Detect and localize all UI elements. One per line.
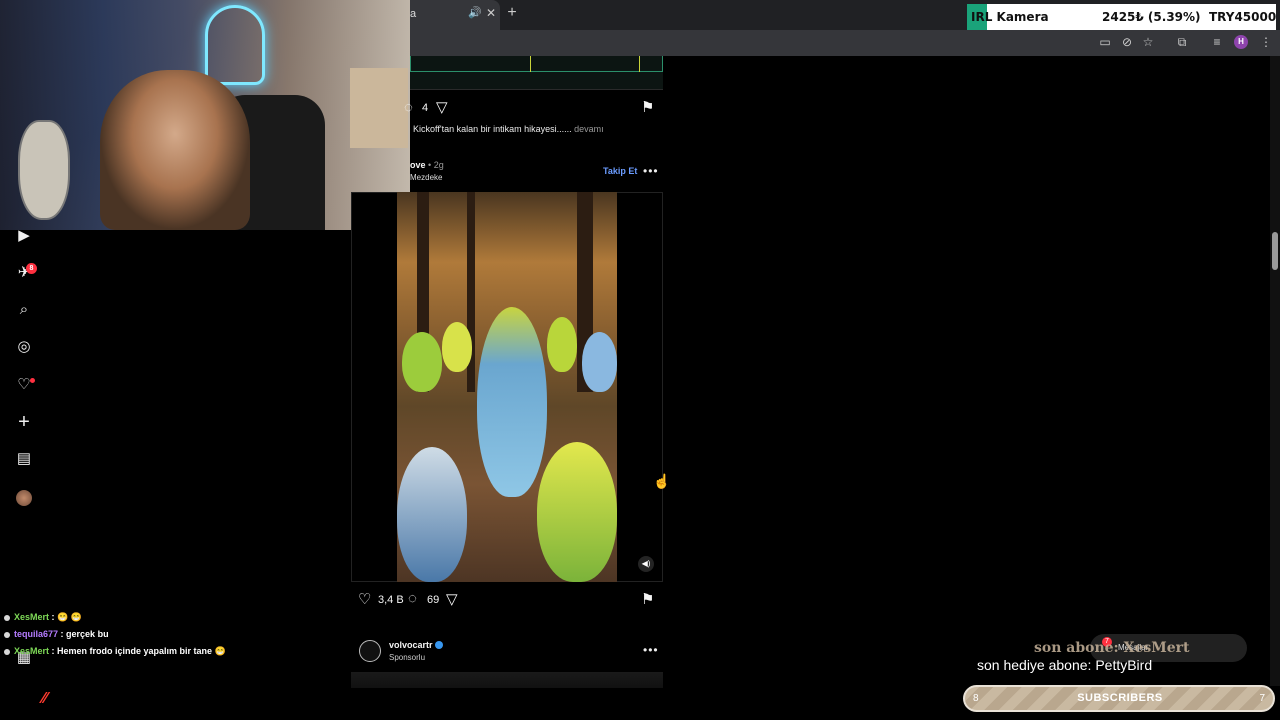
profile-avatar[interactable]: H	[1234, 35, 1248, 49]
verified-icon	[435, 641, 443, 649]
last-subscriber-alert: son abone: XesMert	[1034, 640, 1190, 656]
budgie	[537, 442, 617, 582]
volume-icon[interactable]: ◀)	[638, 556, 654, 572]
cast-icon[interactable]: ▭	[1097, 34, 1113, 50]
wall-picture	[350, 68, 408, 148]
post-time: 2g	[433, 160, 444, 170]
post-author[interactable]: ove • 2g	[410, 160, 444, 170]
chat-text: : gerçek bu	[60, 629, 109, 639]
neon-sign	[205, 5, 265, 85]
reels-icon[interactable]: ▶	[14, 226, 34, 246]
sponsor-name[interactable]: volvocartr	[389, 640, 433, 650]
chat-user: tequila677	[14, 629, 59, 639]
badge-icon	[4, 648, 10, 655]
more-options-icon[interactable]: •••	[643, 643, 659, 657]
chat-message: tequila677 : gerçek bu	[4, 629, 109, 643]
sponsor-avatar[interactable]	[359, 640, 381, 662]
donation-ticker: IRL Kamera 2425₺ (5.39%) TRY45000	[967, 4, 1276, 30]
post-audio[interactable]: Mezdeke	[410, 173, 442, 182]
browser-tab[interactable]: a 🔊 ✕	[410, 0, 500, 30]
scrollbar-thumb[interactable]	[1272, 232, 1278, 270]
chat-message: XesMert : 😁 😁	[4, 612, 82, 626]
bookmark-star-icon[interactable]: ☆	[1140, 34, 1156, 50]
chat-text: : 😁 😁	[51, 612, 82, 622]
caption-more-link[interactable]: devamı	[574, 124, 604, 134]
profile-avatar-small[interactable]	[16, 490, 32, 506]
sub-bar-label: SUBSCRIBERS	[1077, 692, 1163, 704]
follow-button[interactable]: Takip Et	[603, 166, 637, 176]
messages-badge: 8	[26, 263, 37, 274]
chat-user: XesMert	[14, 612, 50, 622]
chat-message: XesMert : Hemen frodo içinde yapalım bir…	[4, 646, 226, 660]
media-graphic	[530, 56, 640, 72]
comment-icon[interactable]: ◌	[404, 99, 413, 116]
next-post-media[interactable]	[351, 672, 663, 688]
share-icon[interactable]: ▽	[436, 98, 448, 116]
search-icon[interactable]: ⌕	[14, 300, 34, 320]
tab-audio-icon[interactable]: 🔊	[468, 6, 482, 19]
author-name[interactable]: ove	[410, 160, 426, 170]
budgie	[397, 447, 467, 582]
like-count: 3,4 B	[378, 594, 404, 606]
budgie	[402, 332, 442, 392]
comment-count: 4	[422, 102, 429, 114]
post-caption: Kickoff'tan kalan bir intikam hikayesi..…	[413, 124, 604, 134]
dancing-budgie	[477, 307, 547, 497]
explore-icon[interactable]: ◎	[14, 337, 34, 357]
budgie	[442, 322, 472, 372]
budgie	[547, 317, 577, 372]
comment-count: 69	[427, 594, 440, 606]
extensions-icon[interactable]: ⧉	[1174, 34, 1190, 50]
chat-text: : Hemen frodo içinde yapalım bir tane 😁	[51, 646, 226, 656]
reel-video[interactable]	[397, 192, 617, 582]
subscriber-goal-bar: 8 SUBSCRIBERS 7	[963, 685, 1275, 712]
scrollbar[interactable]	[1270, 56, 1280, 686]
ticker-goal: TRY45000	[1209, 10, 1277, 24]
browser-menu-icon[interactable]: ⋮	[1258, 34, 1274, 50]
stream-logo-icon: ⁄⁄	[42, 690, 48, 707]
badge-icon	[4, 614, 10, 621]
share-icon[interactable]: ▽	[446, 590, 458, 608]
caption-text: Kickoff'tan kalan bir intikam hikayesi..…	[413, 124, 572, 134]
guitar	[18, 120, 70, 220]
like-icon[interactable]: ♡	[358, 590, 371, 608]
chat-user: XesMert	[14, 646, 50, 656]
eye-off-icon[interactable]: ⊘	[1119, 34, 1135, 50]
badge-icon	[4, 631, 10, 638]
save-icon[interactable]: ⚑	[641, 98, 654, 116]
sponsored-label: Sponsorlu	[389, 653, 426, 662]
save-icon[interactable]: ⚑	[641, 590, 654, 608]
notification-dot	[30, 378, 35, 383]
tab-close-icon[interactable]: ✕	[486, 6, 496, 20]
budgie	[582, 332, 617, 392]
last-gift-sub: son hediye abone: PettyBird	[977, 657, 1153, 673]
more-options-icon[interactable]: •••	[643, 164, 659, 178]
sub-bar-right: 7	[1259, 693, 1265, 704]
media-control-icon[interactable]: ≡	[1209, 34, 1225, 50]
ticker-name: IRL Kamera	[971, 10, 1049, 24]
mouse-cursor: ☝	[653, 473, 671, 489]
post-media[interactable]	[410, 56, 663, 90]
webcam-overlay	[0, 0, 410, 230]
ticker-price: 2425₺ (5.39%)	[1102, 10, 1201, 24]
streamer	[100, 70, 250, 230]
dashboard-icon[interactable]: ▤	[14, 449, 34, 469]
create-icon[interactable]: +	[14, 412, 34, 432]
tab-title: a	[410, 8, 417, 20]
new-tab-icon[interactable]: +	[505, 4, 519, 22]
comment-icon[interactable]: ◌	[408, 590, 417, 607]
